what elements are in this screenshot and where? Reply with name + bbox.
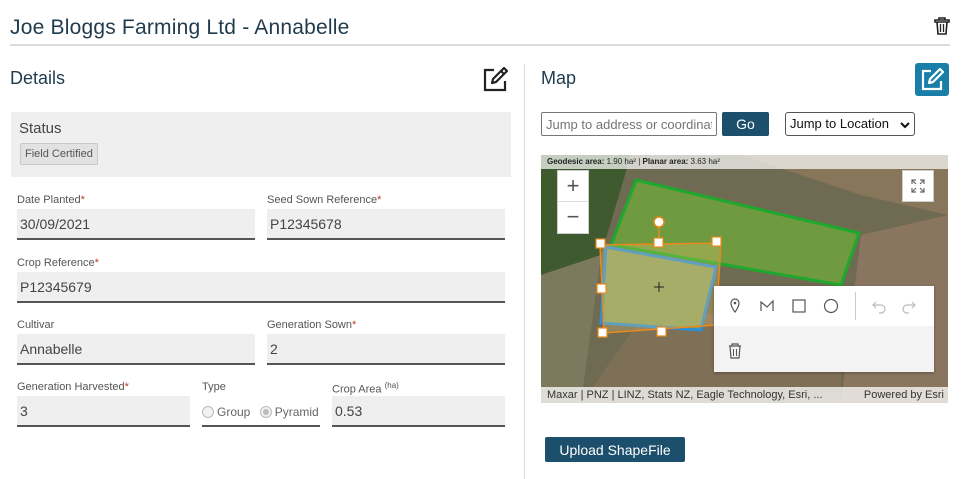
edit-icon — [921, 68, 944, 91]
date-planted-input[interactable]: 30/09/2021 — [17, 209, 255, 240]
sketch-toolbar — [714, 286, 934, 372]
generation-sown-field: Generation Sown* 2 — [267, 319, 505, 365]
required-marker: * — [124, 381, 129, 393]
cultivar-label: Cultivar — [17, 319, 55, 331]
status-badge: Field Certified — [20, 143, 98, 165]
map-edit-button[interactable] — [915, 63, 949, 96]
required-marker: * — [80, 194, 85, 206]
undo-icon[interactable] — [868, 295, 890, 317]
required-marker: * — [352, 319, 357, 331]
panel-divider — [524, 64, 525, 479]
radio-group-circle[interactable] — [202, 406, 214, 418]
trash-icon[interactable] — [934, 17, 950, 35]
status-section: Status Field Certified — [11, 112, 511, 177]
trash-icon[interactable] — [724, 340, 746, 362]
generation-harvested-label: Generation Harvested — [17, 381, 125, 393]
required-marker: * — [377, 194, 382, 206]
point-icon[interactable] — [724, 295, 746, 317]
jump-to-location-select[interactable]: Jump to Location — [785, 112, 915, 136]
required-marker: * — [94, 257, 99, 269]
crop-reference-field: Crop Reference* P12345679 — [17, 257, 505, 303]
crop-reference-label: Crop Reference — [17, 257, 95, 269]
polyline-icon[interactable] — [756, 295, 778, 317]
generation-harvested-field: Generation Harvested* 3 — [17, 381, 190, 427]
geodesic-area-value: 1.90 ha² — [606, 157, 636, 166]
date-planted-label: Date Planted — [17, 194, 81, 206]
rectangle-icon[interactable] — [788, 295, 810, 317]
seed-sown-reference-field: Seed Sown Reference* P12345678 — [267, 194, 505, 240]
page-title: Joe Bloggs Farming Ltd - Annabelle — [10, 16, 350, 39]
area-readout: Geodesic area: 1.90 ha² | Planar area: 3… — [541, 155, 948, 169]
type-option-pyramid[interactable]: Pyramid — [259, 405, 319, 419]
redo-icon[interactable] — [898, 295, 920, 317]
type-radio-group: Group Pyramid — [202, 396, 320, 427]
crop-area-unit: (ha) — [384, 381, 399, 390]
page-header: Joe Bloggs Farming Ltd - Annabelle — [10, 0, 950, 46]
generation-sown-label: Generation Sown — [267, 319, 352, 331]
powered-by-esri[interactable]: Powered by Esri — [864, 389, 944, 401]
crop-area-label: Crop Area — [332, 383, 382, 396]
jump-address-input[interactable] — [541, 112, 717, 136]
seed-sown-reference-input[interactable]: P12345678 — [267, 209, 505, 240]
type-field: Type Group Pyramid — [202, 381, 320, 427]
map-title: Map — [541, 68, 577, 88]
crop-area-field: Crop Area (ha) 0.53 — [332, 381, 505, 427]
status-label: Status — [19, 120, 62, 137]
type-option-group[interactable]: Group — [202, 405, 250, 419]
cultivar-field: Cultivar Annabelle — [17, 319, 255, 365]
map-view[interactable]: Geodesic area: 1.90 ha² | Planar area: 3… — [541, 155, 948, 403]
type-label: Type — [202, 381, 226, 393]
chevron-down-icon — [900, 122, 910, 129]
fullscreen-button[interactable] — [902, 170, 934, 202]
toolbar-separator — [855, 292, 856, 320]
seed-sown-reference-label: Seed Sown Reference — [267, 194, 378, 206]
generation-harvested-input[interactable]: 3 — [17, 396, 190, 427]
cultivar-input[interactable]: Annabelle — [17, 334, 255, 365]
details-title: Details — [10, 68, 66, 88]
jump-to-location-value: Jump to Location — [790, 116, 890, 131]
zoom-in-button[interactable]: + — [558, 171, 588, 202]
crop-area-input[interactable]: 0.53 — [332, 396, 505, 427]
crop-reference-input[interactable]: P12345679 — [17, 272, 505, 303]
generation-sown-input[interactable]: 2 — [267, 334, 505, 365]
edit-details-icon[interactable] — [481, 66, 509, 94]
date-planted-field: Date Planted* 30/09/2021 — [17, 194, 255, 240]
go-button[interactable]: Go — [722, 112, 769, 136]
planar-area-value: 3.63 ha² — [690, 157, 720, 166]
expand-icon — [911, 179, 925, 193]
zoom-out-button[interactable]: − — [558, 202, 588, 233]
zoom-control: + − — [557, 170, 589, 234]
circle-icon[interactable] — [820, 295, 842, 317]
map-attribution: Maxar | PNZ | LINZ, Stats NZ, Eagle Tech… — [541, 387, 948, 403]
radio-pyramid-circle[interactable] — [259, 406, 272, 418]
upload-shapefile-button[interactable]: Upload ShapeFile — [545, 437, 685, 462]
